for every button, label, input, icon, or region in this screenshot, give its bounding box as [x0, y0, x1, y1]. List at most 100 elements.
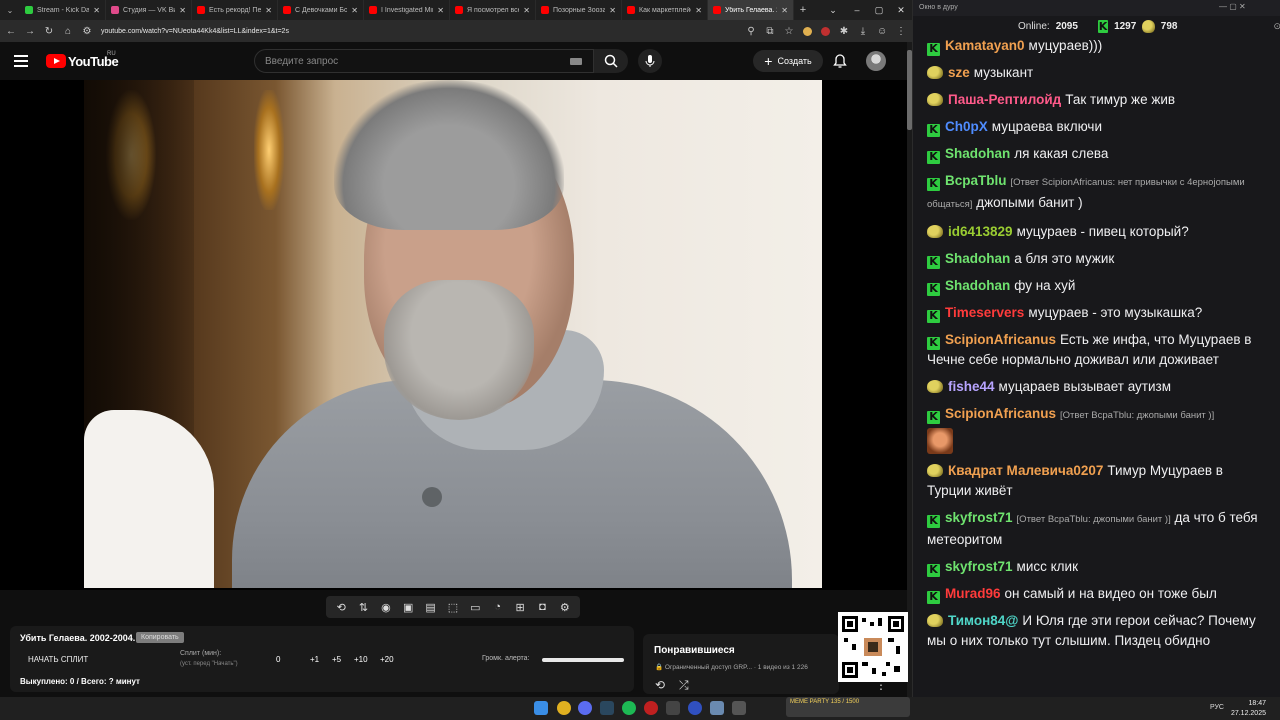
- app-icon[interactable]: [732, 701, 746, 715]
- menu-dots-icon[interactable]: ⋮: [896, 26, 906, 37]
- chat-username[interactable]: Shadohan: [945, 278, 1010, 293]
- search-button[interactable]: [594, 49, 628, 73]
- reload-icon[interactable]: ↻: [44, 26, 54, 37]
- keyboard-language[interactable]: РУС: [1210, 704, 1224, 711]
- extension-icon[interactable]: [821, 26, 830, 36]
- browser-tab[interactable]: I Investigated Min ✕: [364, 0, 450, 20]
- chat-username[interactable]: Паша-Рептилойд: [948, 92, 1061, 107]
- add-screen-icon[interactable]: ⊞: [513, 600, 527, 614]
- alert-volume-slider[interactable]: [542, 658, 624, 662]
- add-5-button[interactable]: +5: [332, 655, 341, 664]
- gear-icon[interactable]: ⚙: [558, 600, 572, 614]
- url-field[interactable]: youtube.com/watch?v=NUeota44Kk4&list=LL&…: [101, 28, 737, 35]
- chat-username[interactable]: ScipionAfricanus: [945, 406, 1056, 421]
- browser-window-icon[interactable]: [710, 701, 724, 715]
- browser-tab[interactable]: Я посмотрел все с ✕: [450, 0, 536, 20]
- chat-username[interactable]: sze: [948, 65, 970, 80]
- media-player-icon[interactable]: [688, 701, 702, 715]
- chat-username[interactable]: ScipionAfricanus: [945, 332, 1056, 347]
- tab-close-icon[interactable]: ✕: [523, 6, 530, 15]
- keyboard-icon[interactable]: [570, 58, 582, 65]
- browser-tab[interactable]: С Девочками Бол ✕: [278, 0, 364, 20]
- back-icon[interactable]: ←: [6, 26, 16, 37]
- steam-icon[interactable]: [600, 701, 614, 715]
- video-player[interactable]: [0, 80, 907, 590]
- film-icon[interactable]: ▤: [424, 600, 438, 614]
- browser-tab[interactable]: Студия — VK Видео ✕: [106, 0, 192, 20]
- aspect-ratio-icon[interactable]: ⬚: [446, 600, 460, 614]
- chat-username[interactable]: fishe44: [948, 379, 995, 394]
- profile-icon[interactable]: ☺: [877, 26, 887, 37]
- broadcast-icon[interactable]: ◉: [379, 600, 393, 614]
- playlist-title[interactable]: Понравившиеся: [654, 645, 735, 656]
- extension-icon[interactable]: [803, 26, 812, 36]
- chat-username[interactable]: Shadohan: [945, 146, 1010, 161]
- tab-search-icon[interactable]: ⌄: [0, 0, 20, 20]
- download-icon[interactable]: ⤓: [858, 26, 868, 37]
- sort-icon[interactable]: ⇅: [357, 600, 371, 614]
- discord-icon[interactable]: [578, 701, 592, 715]
- screenshot-camera-icon[interactable]: ◘: [535, 600, 549, 614]
- tab-close-icon[interactable]: ✕: [609, 6, 616, 15]
- browser-tab[interactable]: Stream - Kick Dash✕: [20, 0, 106, 20]
- tab-close-icon[interactable]: ✕: [93, 6, 100, 15]
- browser-tab[interactable]: Позорные Зоозащ ✕: [536, 0, 622, 20]
- search-input[interactable]: [265, 55, 555, 67]
- extensions-puzzle-icon[interactable]: ✱: [839, 26, 849, 37]
- tab-close-icon[interactable]: ✕: [351, 6, 358, 15]
- chrome-icon[interactable]: [557, 701, 571, 715]
- youtube-logo-icon[interactable]: [46, 54, 66, 68]
- hamburger-menu-icon[interactable]: [14, 55, 28, 67]
- add-1-button[interactable]: +1: [310, 655, 319, 664]
- chat-username[interactable]: Тимон84@: [948, 613, 1018, 628]
- chat-username[interactable]: Timeservers: [945, 305, 1024, 320]
- spotify-icon[interactable]: [622, 701, 636, 715]
- chat-username[interactable]: Shadohan: [945, 251, 1010, 266]
- close-window-button[interactable]: ✕: [890, 0, 912, 20]
- avatar[interactable]: [866, 51, 886, 71]
- tab-close-icon[interactable]: ✕: [265, 6, 272, 15]
- chat-settings-icon[interactable]: ⊙: [1273, 21, 1280, 32]
- start-split-button[interactable]: НАЧАТЬ СПЛИТ: [28, 655, 88, 664]
- chat-username[interactable]: id6413829: [948, 224, 1013, 239]
- chat-username[interactable]: Ch0pX: [945, 119, 988, 134]
- speed-gauge-icon[interactable]: ◔: [491, 600, 505, 614]
- loop-icon[interactable]: ⟲: [334, 600, 348, 614]
- minimize-button[interactable]: –: [846, 0, 868, 20]
- copy-button[interactable]: Копировать: [136, 632, 184, 643]
- tab-close-icon[interactable]: ✕: [179, 6, 186, 15]
- playlist-loop-icon[interactable]: ⟲: [655, 678, 665, 692]
- chat-username[interactable]: Kamatayan0: [945, 38, 1025, 53]
- add-10-button[interactable]: +10: [354, 655, 368, 664]
- chat-username[interactable]: skyfrost71: [945, 559, 1013, 574]
- chat-username[interactable]: Murad96: [945, 586, 1001, 601]
- add-20-button[interactable]: +20: [380, 655, 394, 664]
- home-icon[interactable]: ⌂: [63, 26, 73, 37]
- browser-tab[interactable]: Как маркетплейс ✕: [622, 0, 708, 20]
- zoom-icon[interactable]: ⚲: [746, 26, 756, 37]
- site-info-icon[interactable]: ⚙: [82, 26, 92, 37]
- forward-icon[interactable]: →: [25, 26, 35, 37]
- app-icon[interactable]: [644, 701, 658, 715]
- create-button[interactable]: + Создать: [753, 50, 823, 72]
- chat-username[interactable]: Квадрат Малевича0207: [948, 463, 1103, 478]
- chat-username[interactable]: skyfrost71: [945, 510, 1013, 525]
- maximize-button[interactable]: ▢: [868, 0, 890, 20]
- tab-close-icon[interactable]: ✕: [695, 6, 702, 15]
- tab-list-icon[interactable]: ⌄: [822, 0, 844, 20]
- clock[interactable]: 18:47 27.12.2025: [1231, 699, 1266, 719]
- chat-username[interactable]: BcpaTblu: [945, 173, 1007, 188]
- tab-close-icon[interactable]: ✕: [437, 6, 444, 15]
- bookmark-star-icon[interactable]: ☆: [784, 26, 794, 37]
- browser-tab[interactable]: Есть рекорд! Пере✕: [192, 0, 278, 20]
- voice-search-button[interactable]: [638, 49, 662, 73]
- shuffle-icon[interactable]: ⤮: [679, 678, 689, 693]
- crop-icon[interactable]: ▭: [468, 600, 482, 614]
- install-icon[interactable]: ⧉: [765, 26, 775, 37]
- split-minutes-value[interactable]: 0: [276, 655, 280, 664]
- start-menu-icon[interactable]: [534, 701, 548, 715]
- notifications-bell-icon[interactable]: [832, 53, 848, 69]
- tab-close-icon[interactable]: ✕: [781, 6, 788, 15]
- browser-tab[interactable]: Убить Гелаева. 20 ✕: [708, 0, 794, 20]
- new-tab-button[interactable]: +: [794, 4, 812, 16]
